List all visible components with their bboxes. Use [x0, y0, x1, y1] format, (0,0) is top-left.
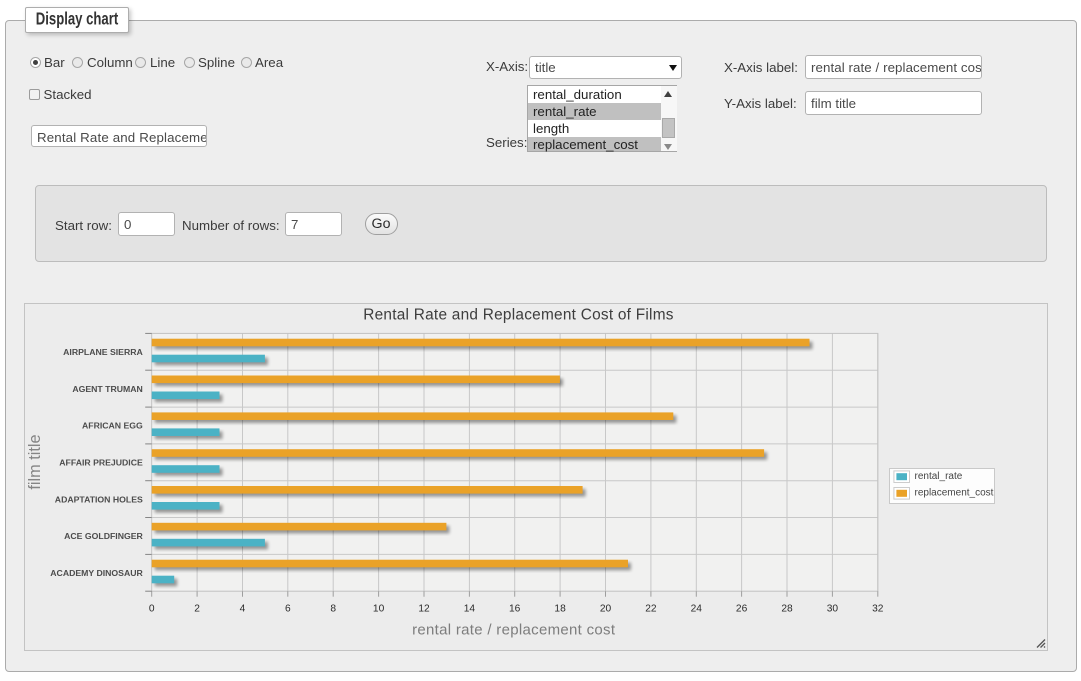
svg-text:4: 4 — [240, 604, 246, 615]
svg-text:ACE GOLDFINGER: ACE GOLDFINGER — [64, 531, 143, 541]
svg-text:AFFAIR PREJUDICE: AFFAIR PREJUDICE — [59, 458, 143, 468]
svg-text:rental_rate: rental_rate — [915, 471, 963, 482]
svg-text:32: 32 — [872, 604, 884, 615]
svg-text:AFRICAN EGG: AFRICAN EGG — [82, 421, 143, 431]
svg-text:ACADEMY DINOSAUR: ACADEMY DINOSAUR — [50, 568, 143, 578]
svg-text:rental rate / replacement cost: rental rate / replacement cost — [412, 622, 616, 639]
svg-text:0: 0 — [149, 604, 155, 615]
svg-text:8: 8 — [330, 604, 336, 615]
svg-text:film title: film title — [26, 434, 44, 489]
svg-text:12: 12 — [418, 604, 430, 615]
svg-text:6: 6 — [285, 604, 291, 615]
svg-text:10: 10 — [373, 604, 385, 615]
svg-text:16: 16 — [509, 604, 521, 615]
svg-text:AGENT TRUMAN: AGENT TRUMAN — [72, 384, 142, 394]
svg-text:AIRPLANE SIERRA: AIRPLANE SIERRA — [63, 347, 143, 357]
svg-text:18: 18 — [554, 604, 566, 615]
svg-text:26: 26 — [736, 604, 748, 615]
svg-text:28: 28 — [781, 604, 793, 615]
svg-text:14: 14 — [464, 604, 476, 615]
svg-text:20: 20 — [600, 604, 612, 615]
svg-text:replacement_cost: replacement_cost — [915, 488, 994, 499]
svg-text:30: 30 — [827, 604, 839, 615]
svg-text:ADAPTATION HOLES: ADAPTATION HOLES — [55, 494, 143, 504]
svg-text:2: 2 — [194, 604, 200, 615]
svg-text:Rental Rate and Replacement Co: Rental Rate and Replacement Cost of Film… — [363, 307, 674, 324]
svg-text:24: 24 — [691, 604, 703, 615]
svg-text:22: 22 — [645, 604, 657, 615]
